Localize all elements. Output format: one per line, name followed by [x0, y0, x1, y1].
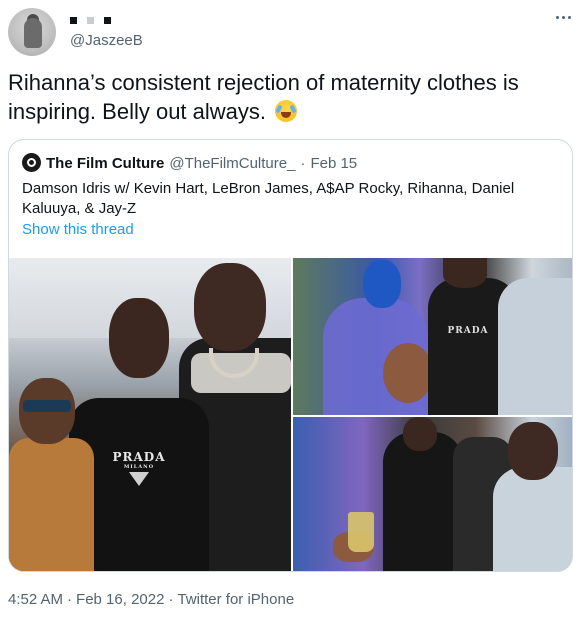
person-figure: [363, 260, 401, 308]
tears-of-joy-emoji-icon: [275, 100, 298, 122]
tweet-date[interactable]: Feb 16, 2022: [76, 591, 164, 608]
quoted-author-name[interactable]: The Film Culture: [46, 155, 164, 172]
glass-detail: [348, 512, 374, 552]
person-figure: [109, 298, 169, 378]
meta-separator: ·: [67, 591, 73, 608]
quoted-author-handle[interactable]: @TheFilmCulture_: [169, 155, 295, 172]
quoted-author-avatar[interactable]: [22, 153, 41, 172]
tweet: @JaszeeB Rihanna’s consistent rejection …: [0, 0, 582, 618]
person-figure: [498, 278, 572, 415]
quoted-tweet-header: The Film Culture @TheFilmCulture_ · Feb …: [46, 153, 357, 173]
person-figure: [493, 467, 572, 571]
photo-rihanna-top-right[interactable]: PRADA: [293, 258, 572, 415]
person-figure: [443, 258, 487, 288]
name-glyph: [104, 16, 111, 24]
tweet-time[interactable]: 4:52 AM: [8, 591, 63, 608]
person-figure: [508, 422, 558, 480]
show-thread-link[interactable]: Show this thread: [22, 221, 134, 238]
author-display-name[interactable]: [70, 10, 111, 30]
quoted-separator: ·: [300, 154, 306, 172]
photo-group-left[interactable]: PRADA MILANO: [9, 258, 291, 571]
name-glyph: [70, 16, 77, 24]
tweet-text: Rihanna’s consistent rejection of matern…: [8, 68, 568, 126]
tweet-source: Twitter for iPhone: [177, 591, 295, 608]
person-figure: [403, 417, 437, 451]
person-figure: [383, 432, 463, 571]
prada-logo: PRADA MILANO: [104, 450, 174, 486]
more-options-icon[interactable]: [552, 8, 574, 26]
person-figure: [383, 343, 433, 403]
photo-group-bottom-right[interactable]: [293, 417, 572, 571]
sunglasses-detail: [23, 400, 71, 412]
person-figure: [9, 438, 94, 571]
author-handle[interactable]: @JaszeeB: [70, 32, 143, 49]
avatar-figure: [24, 18, 42, 48]
tweet-metadata: 4:52 AM · Feb 16, 2022 · Twitter for iPh…: [8, 591, 294, 608]
quoted-tweet-date[interactable]: Feb 15: [310, 155, 357, 172]
author-avatar[interactable]: [8, 8, 56, 56]
prada-logo: PRADA: [447, 326, 489, 336]
person-figure: [194, 263, 266, 351]
quoted-tweet[interactable]: The Film Culture @TheFilmCulture_ · Feb …: [8, 139, 573, 572]
quoted-tweet-text: Damson Idris w/ Kevin Hart, LeBron James…: [22, 180, 515, 217]
tweet-text-body: Rihanna’s consistent rejection of matern…: [8, 70, 519, 124]
meta-separator: ·: [168, 591, 174, 608]
name-glyph: [87, 16, 94, 24]
